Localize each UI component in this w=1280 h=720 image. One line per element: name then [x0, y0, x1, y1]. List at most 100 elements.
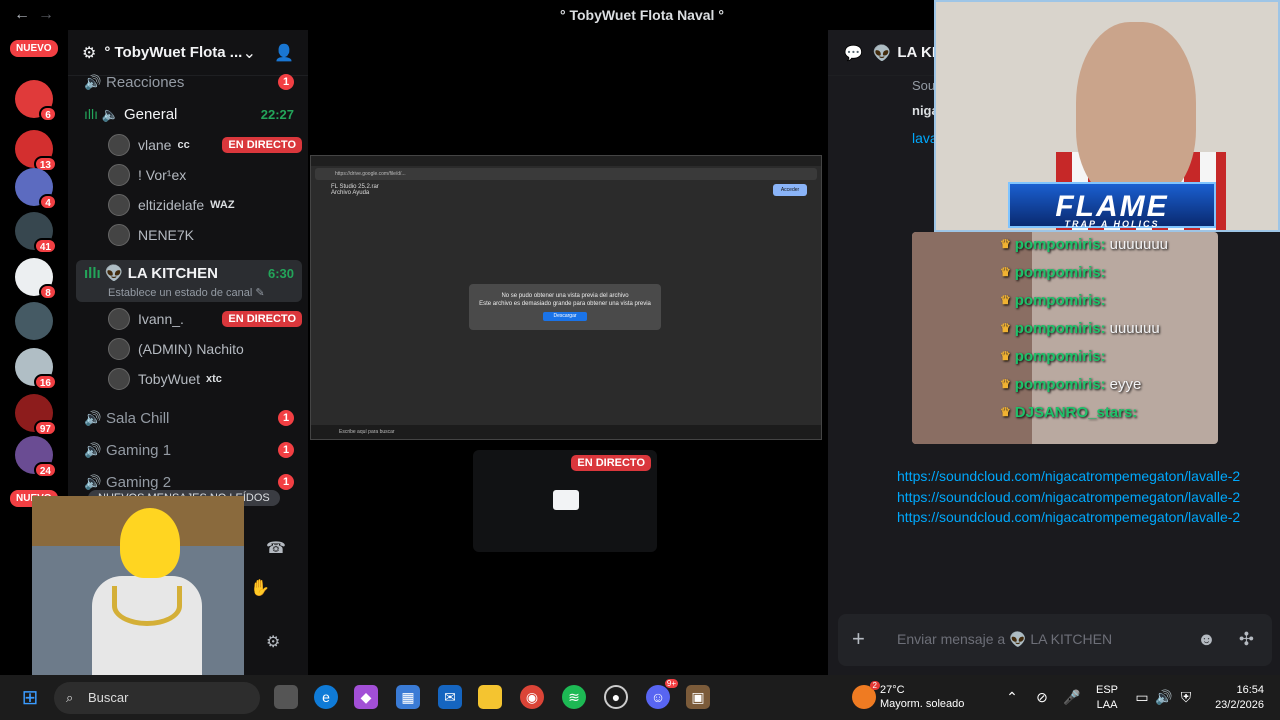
server-icon[interactable]: 4 [15, 168, 57, 210]
gear-icon[interactable]: ⚙ [82, 43, 96, 63]
voice-user[interactable]: eltizidelafe WAZ [108, 191, 302, 219]
emoji-icon[interactable]: ☻ [1197, 629, 1216, 650]
live-badge[interactable]: EN DIRECTO [222, 311, 302, 327]
minecraft-icon[interactable]: ▣ [686, 685, 710, 709]
apps-icon[interactable]: ✣ [1239, 629, 1254, 650]
shield-icon[interactable]: ⛨ [1174, 685, 1198, 709]
file-icon[interactable] [274, 685, 298, 709]
user-tag: cc [177, 139, 190, 151]
avatar [108, 308, 130, 330]
folder-icon[interactable] [478, 685, 502, 709]
overlay-chat-message: ♛ pompomiris: eyye [1000, 370, 1218, 398]
obs-icon[interactable]: ● [604, 685, 628, 709]
display-icon[interactable]: ▭ [1130, 685, 1154, 709]
kitchen-name: LA KITCHEN [127, 265, 218, 282]
server-icon[interactable]: 24 [15, 436, 57, 478]
server-name: ° TobyWuet Flota ... [104, 44, 243, 61]
spotify-icon[interactable]: ≋ [562, 685, 586, 709]
avatar [108, 134, 130, 156]
voice-user[interactable]: TobyWuet xtc [108, 365, 302, 393]
channel-status-text: Establece un estado de canal [108, 287, 253, 299]
channel-timer: 22:27 [260, 106, 294, 122]
clock[interactable]: 16:54 23/2/2026 [1215, 683, 1264, 713]
server-icon[interactable]: 16 [15, 348, 57, 390]
stream-chat-overlay: ♛ pompomiris: uuuuuuu ♛ pompomiris: ♛ pompomir… [1000, 230, 1218, 426]
server-badge: 16 [33, 374, 57, 390]
server-icon[interactable]: 97 [15, 394, 57, 436]
outlook-icon[interactable]: ✉ [438, 685, 462, 709]
chat-text: eyye [1109, 375, 1142, 393]
voice-user[interactable]: Ivann_. EN DIRECTO [108, 305, 302, 333]
crown-icon: ♛ [1000, 377, 1011, 391]
mic-icon[interactable]: 🎤 [1060, 685, 1084, 709]
user-tag: xtc [206, 373, 222, 385]
server-badge: 6 [39, 106, 57, 122]
live-badge[interactable]: EN DIRECTO [222, 137, 302, 153]
avatar [108, 224, 130, 246]
speaker-icon: 🔊 [84, 441, 102, 458]
new-badge[interactable]: NUEVO [10, 40, 58, 57]
flame-logo: FLAME TRAP A HOLICS [1008, 182, 1216, 229]
channel-general[interactable]: ıllı 🔈 General 22:27 [76, 100, 302, 128]
edge-icon[interactable]: e [314, 685, 338, 709]
taskbar-search[interactable]: ⌕ Buscar [54, 682, 260, 714]
plus-icon[interactable]: + [852, 626, 865, 652]
channel-label: General [124, 105, 178, 123]
channel-reacciones[interactable]: 🔊 Reacciones 1 [76, 68, 302, 96]
volume-icon[interactable]: 🔊 [1152, 685, 1176, 709]
message-input[interactable]: + Enviar mensaje a 👽 LA KITCHEN ☻ ✣ [838, 614, 1272, 666]
arrow-right-icon[interactable]: → [38, 6, 54, 24]
channel-la-kitchen[interactable]: ıllı 👽 LA KITCHEN 6:30 Establece un esta… [76, 260, 302, 302]
user-tag: WAZ [210, 199, 235, 211]
download-button: Descargar [543, 312, 587, 321]
arrow-left-icon[interactable]: ← [14, 6, 30, 24]
channel-status[interactable]: Establece un estado de canal ✎ [108, 286, 265, 299]
windows-start-icon[interactable]: ⊞ [18, 685, 42, 709]
chevron-up-icon[interactable]: ⌃ [1000, 685, 1024, 709]
browser-tabs [311, 156, 821, 166]
channel-label: Sala Chill [106, 409, 170, 427]
channel-label: ıllı 👽 LA KITCHEN [84, 264, 218, 282]
overlay-chat-message: ♛ pompomiris: uuuuuu [1000, 314, 1218, 342]
language-indicator[interactable]: ESP LAA [1096, 683, 1118, 713]
avatar [108, 164, 130, 186]
server-icon[interactable]: 8 [15, 258, 57, 300]
channel-sala-chill[interactable]: 🔊 Sala Chill 1 [76, 404, 302, 432]
server-badge: 41 [33, 238, 57, 254]
add-member-icon[interactable]: 👤 [274, 43, 294, 63]
server-icon[interactable]: 6 [15, 80, 57, 122]
server-icon[interactable]: 41 [15, 212, 57, 254]
settings-icon[interactable]: ⚙ [266, 632, 280, 652]
server-icon[interactable] [15, 302, 53, 340]
crown-icon: ♛ [1000, 349, 1011, 363]
channel-timer: 6:30 [267, 266, 294, 281]
weather-badge: 2 [869, 681, 880, 690]
chat-text: uuuuuu [1109, 319, 1160, 337]
voice-user[interactable]: ! Vor¹ex [108, 161, 302, 189]
second-stream-tile[interactable]: EN DIRECTO [473, 450, 657, 552]
search-icon: ⌕ [66, 690, 74, 705]
voice-activity-icon: ıllı 🔈 [84, 105, 120, 122]
windows-taskbar: ⊞ ⌕ Buscar e ◆ ▦ ✉ ◉ ≋ ● ☺ 9+ ▣ 2 27°C Ma… [0, 675, 1280, 720]
copilot-icon[interactable]: ◆ [354, 685, 378, 709]
weather-widget[interactable]: 27°C Mayorm. soleado [880, 683, 964, 711]
store-icon[interactable]: ▦ [396, 685, 420, 709]
shared-taskbar: Escribe aquí para buscar [311, 425, 821, 439]
server-icon[interactable]: 13 [15, 130, 57, 172]
shared-screen[interactable]: https://drive.google.com/file/d/... FL S… [310, 155, 822, 440]
weather-icon[interactable]: 2 [852, 681, 880, 709]
eye-off-icon[interactable]: ⊘ [1030, 685, 1054, 709]
soundcloud-links[interactable]: https://soundcloud.com/nigacatrompemegat… [897, 466, 1247, 528]
mention-count: 1 [278, 442, 294, 458]
chevron-down-icon[interactable]: ⌄ [243, 43, 256, 63]
disconnect-icon[interactable]: ☎ [266, 538, 286, 558]
crown-icon: ♛ [1000, 265, 1011, 279]
channel-gaming-1[interactable]: 🔊 Gaming 1 1 [76, 436, 302, 464]
chrome-icon[interactable]: ◉ [520, 685, 544, 709]
soundboard-icon[interactable]: ✋ [250, 578, 270, 598]
chat-user: pompomiris: [1014, 291, 1106, 309]
voice-user[interactable]: NENE7K [108, 221, 302, 249]
voice-user[interactable]: (ADMIN) Nachito [108, 335, 302, 363]
voice-user[interactable]: vlane cc EN DIRECTO [108, 131, 302, 159]
discord-icon[interactable]: ☺ 9+ [646, 679, 678, 709]
